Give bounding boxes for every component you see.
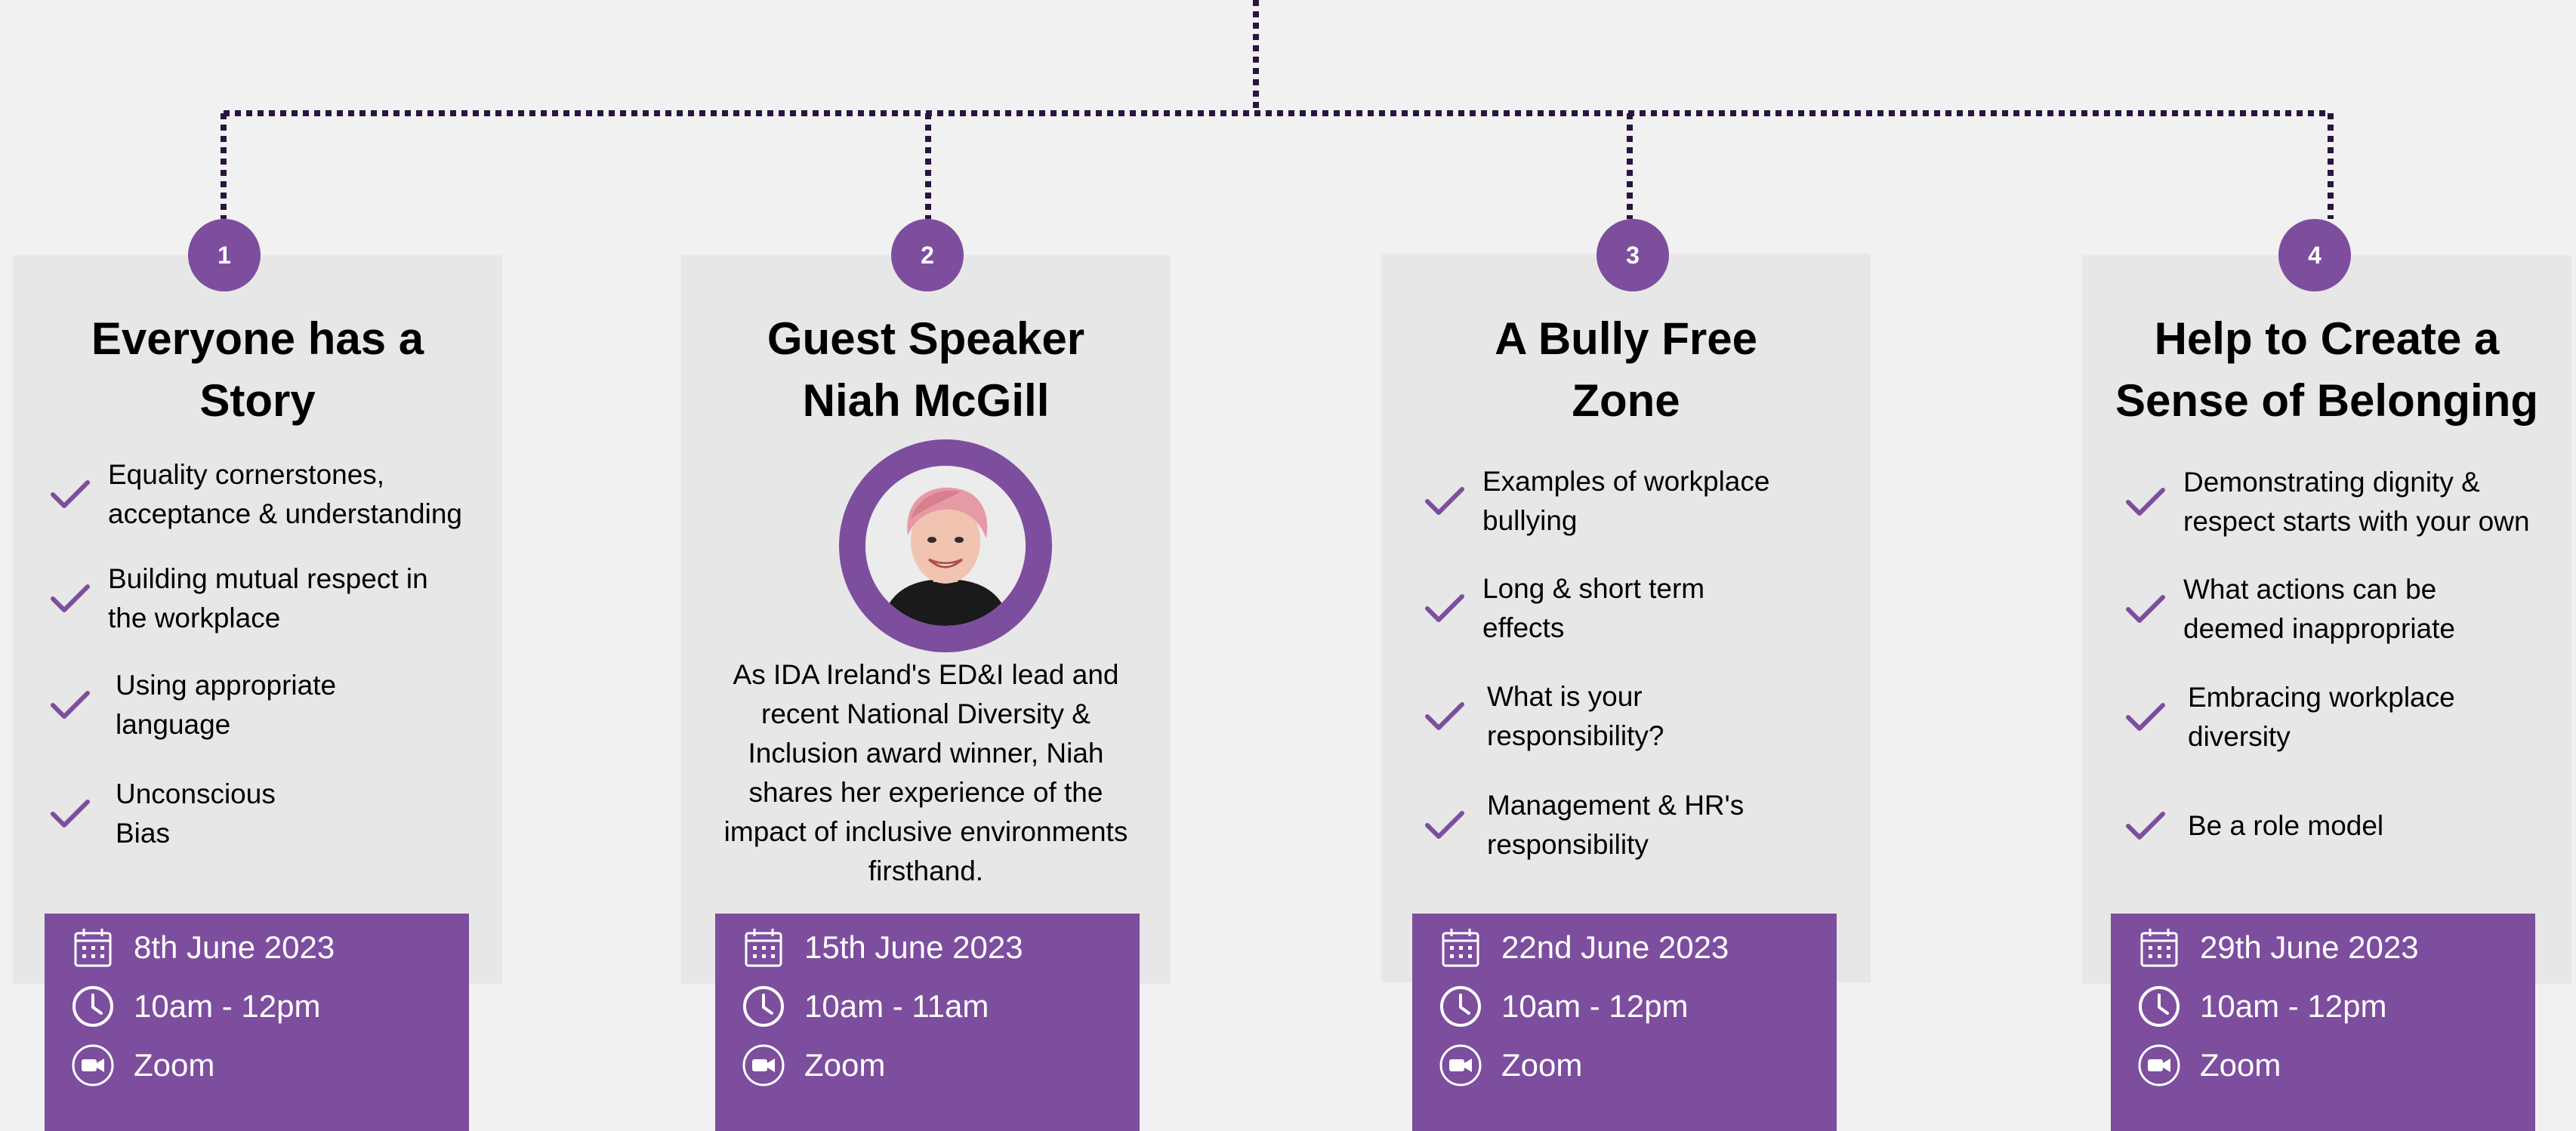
list-item-text: Demonstrating dignity & respect starts w… (2183, 467, 2530, 537)
timeline-connector (221, 0, 2334, 219)
session-card-2: Guest Speaker Niah McGill As IDA Ireland… (681, 255, 1171, 984)
list-item-text: What actions can be deemed inappropriate (2183, 574, 2455, 644)
list-item: What is your responsibility? (1425, 662, 1871, 771)
check-icon (2126, 594, 2168, 624)
list-item: What actions can be deemed inappropriate (2126, 556, 2571, 663)
avatar (865, 466, 1026, 626)
session-title: A Bully Free Zone (1495, 313, 1757, 426)
step-number-badge: 4 (2278, 219, 2351, 291)
list-item-text: Examples of workplace bullying (1482, 466, 1770, 536)
platform-row: Zoom (1438, 1039, 1582, 1092)
session-time: 10am - 12pm (2200, 988, 2387, 1024)
check-icon (1425, 701, 1467, 732)
video-camera-icon (70, 1043, 116, 1088)
check-icon (1425, 810, 1467, 840)
step-number-badge: 3 (1597, 219, 1669, 291)
session-platform: Zoom (2200, 1047, 2281, 1083)
speaker-avatar-ring (839, 439, 1052, 652)
time-row: 10am - 12pm (1438, 980, 1688, 1033)
clock-icon (1438, 984, 1483, 1029)
session-date: 22nd June 2023 (1501, 929, 1729, 965)
list-item: Examples of workplace bullying (1425, 448, 1871, 555)
session-title: Guest Speaker Niah McGill (767, 313, 1085, 426)
list-item-text: Be a role model (2188, 810, 2384, 841)
session-platform: Zoom (1501, 1047, 1583, 1083)
session-time: 10am - 12pm (134, 988, 321, 1024)
calendar-icon (741, 925, 786, 970)
date-row: 8th June 2023 (70, 921, 335, 974)
session-details-2: 15th June 2023 10am - 11am Zoom (715, 914, 1140, 1131)
list-item: Be a role model (2126, 772, 2571, 880)
time-row: 10am - 12pm (70, 980, 320, 1033)
session-platform: Zoom (134, 1047, 215, 1083)
check-icon (51, 479, 93, 510)
check-icon (51, 799, 93, 829)
video-camera-icon (1438, 1043, 1483, 1088)
list-item: Using appropriate language (51, 651, 502, 760)
clock-icon (70, 984, 116, 1029)
list-item-text: Equality cornerstones, acceptance & unde… (108, 459, 463, 529)
time-row: 10am - 12pm (2136, 980, 2386, 1033)
session-date: 15th June 2023 (804, 929, 1023, 965)
step-number-badge: 2 (891, 219, 964, 291)
platform-row: Zoom (70, 1039, 214, 1092)
check-icon (2126, 811, 2168, 841)
list-item-text: Long & short term effects (1482, 573, 1705, 643)
check-icon (2126, 702, 2168, 732)
list-item-text: Using appropriate language (116, 670, 337, 740)
date-row: 29th June 2023 (2136, 921, 2419, 974)
topic-list: Demonstrating dignity & respect starts w… (2126, 448, 2571, 880)
date-row: 15th June 2023 (741, 921, 1023, 974)
check-icon (2126, 487, 2168, 517)
list-item: Unconscious Bias (51, 760, 502, 868)
check-icon (51, 690, 93, 720)
time-row: 10am - 11am (741, 980, 989, 1033)
check-icon (1425, 486, 1467, 516)
list-item-text: Unconscious Bias (116, 778, 276, 849)
session-platform: Zoom (804, 1047, 886, 1083)
list-item: Long & short term effects (1425, 555, 1871, 662)
clock-icon (2136, 984, 2182, 1029)
session-time: 10am - 12pm (1501, 988, 1689, 1024)
list-item: Equality cornerstones, acceptance & unde… (51, 442, 502, 547)
list-item: Demonstrating dignity & respect starts w… (2126, 448, 2571, 556)
session-details-4: 29th June 2023 10am - 12pm Zoom (2111, 914, 2535, 1131)
list-item-text: What is your responsibility? (1487, 681, 1664, 751)
speaker-bio: As IDA Ireland's ED&I lead and recent Na… (723, 659, 1128, 886)
video-camera-icon (2136, 1043, 2182, 1088)
calendar-icon (2136, 925, 2182, 970)
platform-row: Zoom (2136, 1039, 2281, 1092)
platform-row: Zoom (741, 1039, 885, 1092)
date-row: 22nd June 2023 (1438, 921, 1729, 974)
video-camera-icon (741, 1043, 786, 1088)
calendar-icon (1438, 925, 1483, 970)
session-title: Everyone has a Story (91, 313, 424, 426)
check-icon (51, 584, 93, 614)
step-number-badge: 1 (188, 219, 261, 291)
session-time: 10am - 11am (804, 988, 989, 1024)
check-icon (1425, 593, 1467, 624)
session-details-1: 8th June 2023 10am - 12pm Zoom (45, 914, 469, 1131)
session-date: 8th June 2023 (134, 929, 335, 965)
topic-list: Equality cornerstones, acceptance & unde… (51, 442, 502, 868)
session-details-3: 22nd June 2023 10am - 12pm Zoom (1412, 914, 1837, 1131)
list-item-text: Building mutual respect in the workplace (108, 563, 428, 633)
list-item-text: Management & HR's responsibility (1487, 790, 1745, 860)
topic-list: Examples of workplace bullying Long & sh… (1425, 448, 1871, 880)
calendar-icon (70, 925, 116, 970)
list-item: Management & HR's responsibility (1425, 771, 1871, 880)
session-title: Help to Create a Sense of Belonging (2115, 313, 2539, 426)
session-card-3: A Bully Free Zone Examples of workplace … (1381, 254, 1871, 982)
list-item: Embracing workplace diversity (2126, 663, 2571, 772)
list-item: Building mutual respect in the workplace (51, 547, 502, 651)
list-item-text: Embracing workplace diversity (2188, 682, 2455, 752)
clock-icon (741, 984, 786, 1029)
session-date: 29th June 2023 (2200, 929, 2419, 965)
session-card-4: Help to Create a Sense of Belonging Demo… (2082, 255, 2571, 984)
session-card-1: Everyone has a Story Equality cornerston… (13, 255, 502, 984)
